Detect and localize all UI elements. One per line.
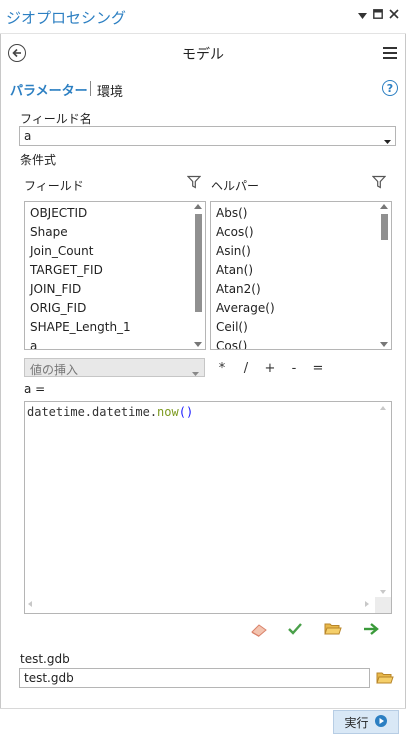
scroll-down-icon[interactable] bbox=[194, 342, 202, 347]
tab-separator bbox=[90, 81, 91, 96]
restore-icon[interactable] bbox=[371, 9, 385, 22]
scroll-thumb[interactable] bbox=[381, 214, 388, 240]
insert-values-dropdown[interactable]: 値の挿入 bbox=[24, 358, 205, 377]
list-item[interactable]: Average() bbox=[216, 301, 275, 315]
field-name-value: a bbox=[24, 129, 32, 143]
editor-scroll-up-icon[interactable] bbox=[380, 406, 386, 410]
workspace-label: test.gdb bbox=[20, 652, 70, 666]
workspace-input[interactable]: test.gdb bbox=[19, 668, 370, 688]
target-field-label: a = bbox=[24, 382, 46, 396]
list-item[interactable]: a bbox=[30, 339, 37, 349]
list-item[interactable]: OBJECTID bbox=[30, 206, 87, 220]
editor-scroll-corner bbox=[375, 597, 391, 613]
list-item[interactable]: SHAPE_Length_1 bbox=[30, 320, 131, 334]
run-button-label: 実行 bbox=[344, 715, 369, 730]
fields-scrollbar[interactable] bbox=[194, 204, 203, 347]
close-icon[interactable] bbox=[387, 9, 401, 22]
list-item[interactable]: ORIG_FID bbox=[30, 301, 86, 315]
folder-icon[interactable] bbox=[376, 671, 394, 688]
code-text: datetime.datetime. bbox=[27, 405, 158, 419]
scroll-down-icon[interactable] bbox=[380, 342, 388, 347]
fields-list[interactable]: OBJECTID Shape Join_Count TARGET_FID JOI… bbox=[24, 201, 206, 350]
field-name-label: フィールド名 bbox=[20, 112, 92, 126]
editor-scroll-left-icon[interactable] bbox=[28, 601, 32, 607]
tool-title: モデル bbox=[182, 47, 224, 63]
list-item[interactable]: Acos() bbox=[216, 225, 254, 239]
operator-multiply-button[interactable]: * bbox=[215, 361, 229, 376]
pane-title: ジオプロセシング bbox=[6, 9, 127, 27]
fields-label: フィールド bbox=[24, 179, 84, 193]
list-item[interactable]: Atan2() bbox=[216, 282, 261, 296]
field-name-dropdown[interactable]: a bbox=[19, 126, 396, 146]
pane-title-bar: ジオプロセシング bbox=[0, 0, 406, 34]
code-parens: () bbox=[178, 405, 194, 419]
open-folder-icon[interactable] bbox=[324, 622, 342, 639]
operator-add-button[interactable]: + bbox=[263, 361, 277, 376]
list-item[interactable]: JOIN_FID bbox=[30, 282, 81, 296]
expression-code: datetime.datetime.now() bbox=[27, 405, 193, 419]
operator-divide-button[interactable]: / bbox=[239, 361, 253, 376]
operator-subtract-button[interactable]: - bbox=[287, 361, 301, 376]
list-item[interactable]: Atan() bbox=[216, 263, 253, 277]
helpers-filter-icon[interactable] bbox=[371, 175, 387, 192]
helpers-list[interactable]: Abs() Acos() Asin() Atan() Atan2() Avera… bbox=[210, 201, 392, 350]
tab-environments[interactable]: 環境 bbox=[97, 81, 123, 100]
helpers-label: ヘルパー bbox=[211, 179, 260, 193]
list-item[interactable]: Abs() bbox=[216, 206, 247, 220]
run-button[interactable]: 実行 bbox=[333, 710, 399, 734]
pin-icon[interactable] bbox=[355, 10, 369, 23]
fields-filter-icon[interactable] bbox=[186, 175, 202, 192]
list-item[interactable]: Join_Count bbox=[30, 244, 93, 258]
green-arrow-icon[interactable] bbox=[362, 622, 380, 639]
chevron-down-icon bbox=[192, 366, 199, 380]
hamburger-menu-icon[interactable] bbox=[383, 47, 397, 59]
help-icon[interactable]: ? bbox=[382, 80, 398, 96]
play-icon bbox=[374, 714, 388, 731]
expression-editor[interactable]: datetime.datetime.now() bbox=[24, 401, 392, 614]
list-item[interactable]: Ceil() bbox=[216, 320, 248, 334]
scroll-thumb[interactable] bbox=[195, 214, 202, 312]
eraser-icon[interactable] bbox=[250, 622, 268, 641]
editor-scroll-down-icon[interactable] bbox=[380, 590, 386, 594]
insert-values-placeholder: 値の挿入 bbox=[30, 363, 79, 377]
operator-equals-button[interactable]: = bbox=[311, 361, 325, 376]
helpers-scrollbar[interactable] bbox=[380, 204, 389, 347]
chevron-down-icon bbox=[384, 134, 391, 148]
workspace-value: test.gdb bbox=[24, 671, 74, 685]
scroll-up-icon[interactable] bbox=[380, 204, 388, 209]
list-item[interactable]: Asin() bbox=[216, 244, 251, 258]
tab-parameters[interactable]: パラメーター bbox=[10, 80, 88, 99]
checkmark-icon[interactable] bbox=[287, 622, 303, 639]
editor-scroll-right-icon[interactable] bbox=[365, 601, 369, 607]
expression-label: 条件式 bbox=[20, 153, 57, 167]
list-item[interactable]: Shape bbox=[30, 225, 68, 239]
code-function: now bbox=[157, 405, 179, 419]
list-item[interactable]: TARGET_FID bbox=[30, 263, 103, 277]
list-item[interactable]: Cos() bbox=[216, 339, 247, 349]
scroll-up-icon[interactable] bbox=[194, 204, 202, 209]
